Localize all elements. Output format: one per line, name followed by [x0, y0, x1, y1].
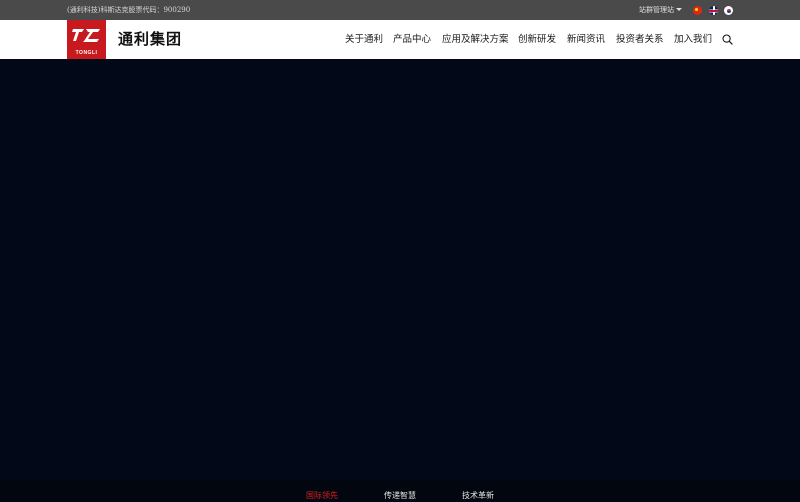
- tab-tech-innovation[interactable]: 技术革新: [462, 490, 494, 502]
- logo[interactable]: TONGLI: [67, 20, 106, 59]
- brand-name[interactable]: 通利集团: [118, 30, 182, 49]
- tongli-logo-icon: [72, 29, 100, 42]
- hero-banner: [0, 59, 800, 480]
- search-icon[interactable]: [722, 34, 733, 45]
- nav-news[interactable]: 新闻资讯: [567, 33, 605, 46]
- nav-about[interactable]: 关于通利: [345, 33, 383, 46]
- nav-solutions[interactable]: 应用及解决方案: [442, 33, 509, 46]
- tab-transfer-wisdom[interactable]: 传递智慧: [384, 490, 416, 502]
- chinese-flag-icon[interactable]: [693, 6, 702, 15]
- nav-innovation[interactable]: 创新研发: [518, 33, 556, 46]
- nav-products[interactable]: 产品中心: [393, 33, 431, 46]
- stock-code-text: (通利科技)科斯达克股票代码：900290: [67, 6, 191, 14]
- nav-investors[interactable]: 投资者关系: [616, 33, 664, 46]
- top-bar: (通利科技)科斯达克股票代码：900290 站群管理站: [0, 0, 800, 20]
- nav-join-us[interactable]: 加入我们: [674, 33, 712, 46]
- uk-flag-icon[interactable]: [709, 6, 718, 15]
- korea-flag-icon[interactable]: [724, 6, 733, 15]
- logo-text: TONGLI: [75, 50, 98, 56]
- site-admin-dropdown[interactable]: 站群管理站: [639, 4, 674, 16]
- tab-international-leading[interactable]: 国际领先: [306, 490, 338, 502]
- caret-down-icon[interactable]: [676, 8, 682, 11]
- main-header: TONGLI 通利集团 关于通利 产品中心 应用及解决方案 创新研发 新闻资讯 …: [0, 20, 800, 59]
